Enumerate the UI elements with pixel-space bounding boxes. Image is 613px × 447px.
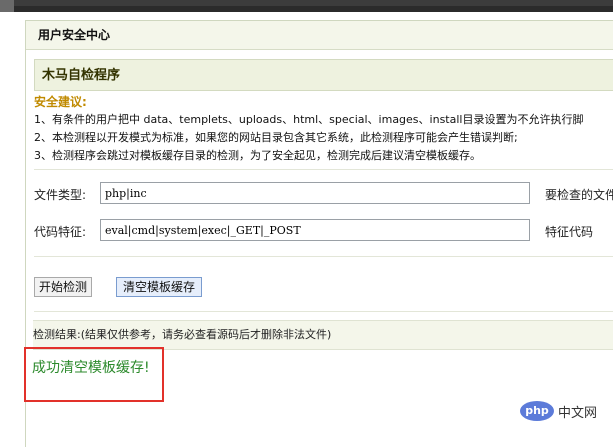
result-header: 检测结果:(结果仅供参考，请务必查看源码后才删除非法文件) [33, 320, 613, 350]
clear-template-cache-button[interactable]: 清空模板缓存 [116, 277, 202, 297]
window-top-bar [0, 0, 613, 12]
start-scan-button[interactable]: 开始检测 [34, 277, 92, 297]
php-logo: php [520, 401, 554, 421]
divider [34, 169, 613, 170]
top-bar-notch [0, 0, 14, 12]
code-feature-label: 代码特征: [34, 225, 87, 239]
file-type-input[interactable]: php|inc [100, 182, 530, 204]
watermark-text: 中文网 [558, 406, 598, 421]
divider [34, 256, 613, 257]
advice-title: 安全建议: [34, 95, 87, 109]
left-gutter [0, 12, 25, 446]
top-bar-strip [14, 6, 613, 12]
advice-line-3: 3、检测程序会跳过对模板缓存目录的检测，为了安全起见，检测完成后建议清空模板缓存… [34, 149, 481, 162]
advice-line-1: 1、有条件的用户把中 data、templets、uploads、html、sp… [34, 113, 584, 126]
page-title: 用户安全中心 [26, 21, 613, 50]
security-advice: 安全建议: 1、有条件的用户把中 data、templets、uploads、h… [34, 93, 613, 165]
highlight-box [24, 347, 164, 402]
result-label: 检测结果:(结果仅供参考，请务必查看源码后才删除非法文件) [33, 328, 332, 341]
watermark: php 中文网 [520, 401, 608, 423]
file-type-hint: 要检查的文件 [545, 188, 613, 202]
code-feature-input[interactable]: eval|cmd|system|exec|_GET|_POST [100, 219, 530, 241]
section-title: 木马自检程序 [34, 59, 613, 91]
divider [34, 311, 613, 312]
code-feature-hint: 特征代码 [545, 225, 594, 239]
file-type-label: 文件类型: [34, 188, 87, 202]
advice-line-2: 2、本检测程以开发模式为标准，如果您的网站目录包含其它系统，此检测程序可能会产生… [34, 131, 518, 144]
